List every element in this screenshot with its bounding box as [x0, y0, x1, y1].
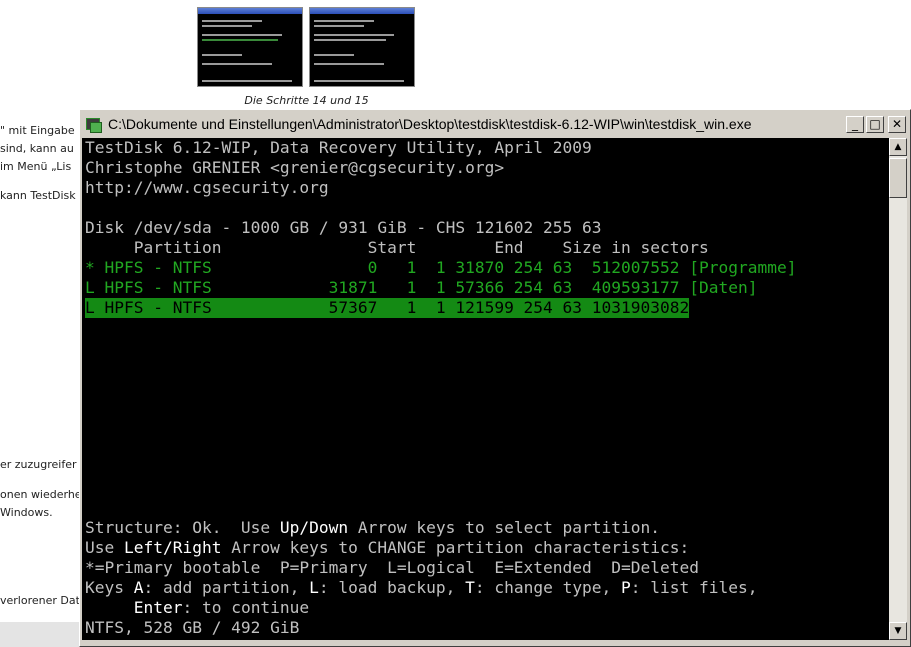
page-text-fragment: Windows. — [0, 506, 53, 519]
partition-row[interactable]: * HPFS - NTFS 0 1 1 31870 254 63 5120075… — [85, 258, 796, 278]
vertical-scrollbar[interactable]: ▲ ▼ — [889, 138, 907, 640]
help-line-enter: Enter: to continue — [133, 598, 310, 617]
page-text-fragment: er zuzugreifer — [0, 458, 77, 471]
scroll-down-icon[interactable]: ▼ — [889, 622, 907, 640]
page-text-fragment: sind, kann au — [0, 142, 74, 155]
page-text-fragment: kann TestDisk — [0, 189, 76, 202]
minimize-button[interactable]: _ — [846, 115, 864, 133]
scroll-up-icon[interactable]: ▲ — [889, 138, 907, 156]
thumbnail-caption: Die Schritte 14 und 15 — [244, 94, 369, 107]
page-text-fragment: verlorener Dat — [0, 594, 80, 607]
help-line-change: Use Left/Right Arrow keys to CHANGE part… — [85, 538, 690, 557]
console-output[interactable]: TestDisk 6.12-WIP, Data Recovery Utility… — [82, 138, 889, 640]
page-text-fragment: onen wiederhe — [0, 488, 82, 501]
thumbnail-step-14[interactable] — [197, 7, 303, 87]
scrollbar-thumb[interactable] — [889, 158, 907, 198]
console-app-icon[interactable] — [84, 115, 102, 133]
partition-row-selected[interactable]: L HPFS - NTFS 57367 1 1 121599 254 63 10… — [85, 298, 690, 318]
app-header-line: TestDisk 6.12-WIP, Data Recovery Utility… — [85, 138, 592, 157]
page-text-fragment: im Menü „Lis — [0, 160, 72, 173]
status-line: NTFS, 528 GB / 492 GiB — [85, 618, 300, 637]
author-line: Christophe GRENIER <grenier@cgsecurity.o… — [85, 158, 505, 177]
partition-table-header: Partition Start End Size in sectors — [85, 238, 709, 257]
partition-row[interactable]: L HPFS - NTFS 31871 1 1 57366 254 63 409… — [85, 278, 757, 298]
help-line-legend: *=Primary bootable P=Primary L=Logical E… — [85, 558, 699, 577]
help-line-structure: Structure: Ok. Use Up/Down Arrow keys to… — [85, 518, 661, 537]
close-button[interactable]: ✕ — [888, 115, 906, 133]
window-titlebar[interactable]: C:\Dokumente und Einstellungen\Administr… — [82, 113, 908, 135]
page-footer-bar — [0, 622, 80, 647]
disk-info-line: Disk /dev/sda - 1000 GB / 931 GiB - CHS … — [85, 218, 602, 237]
thumbnail-step-15[interactable] — [309, 7, 415, 87]
help-line-keys: Keys A: add partition, L: load backup, T… — [85, 578, 758, 597]
page-text-fragment: " mit Eingabe — [0, 124, 75, 137]
console-window[interactable]: C:\Dokumente und Einstellungen\Administr… — [79, 109, 911, 647]
website-line: http://www.cgsecurity.org — [85, 178, 329, 197]
maximize-button[interactable]: □ — [866, 115, 884, 133]
window-title: C:\Dokumente und Einstellungen\Administr… — [108, 116, 752, 132]
